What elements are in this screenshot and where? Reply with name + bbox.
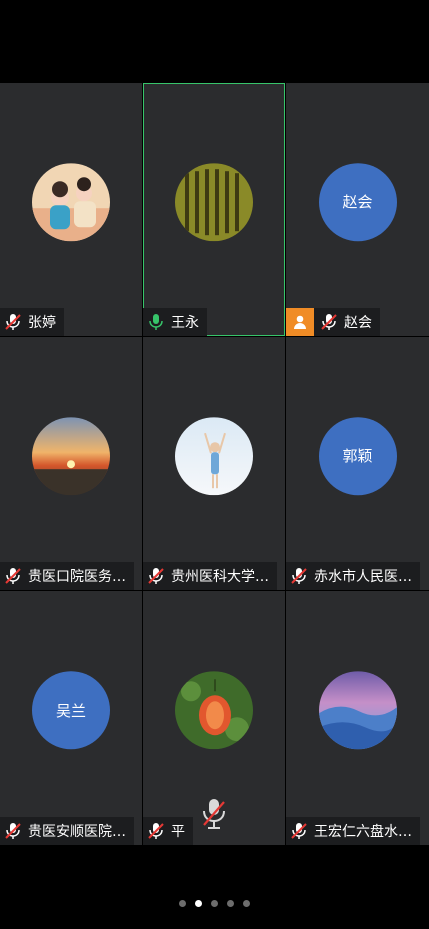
mic-muted-icon	[321, 314, 337, 330]
participant-nametag: 贵医安顺医院…	[0, 817, 134, 845]
participant-nametag: 贵医口院医务…	[0, 562, 134, 590]
mic-muted-icon	[5, 314, 21, 330]
participant-avatar	[32, 416, 110, 495]
participant-nametag: 赤水市人民医…	[286, 562, 420, 590]
mic-muted-icon	[5, 568, 21, 584]
participant-name: 赤水市人民医…	[314, 569, 412, 585]
participant-avatar-text: 郭颖	[318, 416, 397, 495]
participant-tile[interactable]: 吴兰 贵医安顺医院…	[0, 591, 142, 845]
participant-tile[interactable]: 平	[143, 591, 285, 845]
participant-avatar	[175, 671, 253, 750]
mic-muted-icon	[291, 823, 307, 839]
host-badge	[286, 308, 314, 336]
participant-nametag: 张婷	[0, 308, 64, 336]
user-icon	[294, 315, 306, 329]
mic-muted-icon	[5, 823, 21, 839]
participant-name: 张婷	[28, 315, 56, 331]
participant-name: 贵州医科大学…	[171, 569, 269, 585]
participant-name: 赵会	[344, 315, 372, 331]
participant-tile[interactable]: 张婷	[0, 83, 142, 336]
participant-nametag: 贵州医科大学…	[143, 562, 277, 590]
page-dot[interactable]	[243, 900, 250, 907]
participant-name: 王宏仁六盘水…	[314, 824, 412, 840]
participant-tile[interactable]: 贵州医科大学…	[143, 337, 285, 590]
page-dot[interactable]	[179, 900, 186, 907]
participant-avatar	[318, 671, 397, 750]
participant-tile[interactable]: 王宏仁六盘水…	[286, 591, 429, 845]
participant-tile-active-speaker[interactable]: 王永	[143, 83, 285, 336]
mic-muted-icon	[291, 568, 307, 584]
page-dot-active[interactable]	[195, 900, 202, 907]
participant-name: 王永	[171, 315, 199, 331]
participant-nametag: 赵会	[286, 308, 380, 336]
participant-tile[interactable]: 贵医口院医务…	[0, 337, 142, 590]
participant-avatar	[175, 416, 253, 495]
participant-name: 贵医安顺医院…	[28, 824, 126, 840]
participant-tile[interactable]: 赵会 赵会	[286, 83, 429, 336]
participant-avatar-text: 赵会	[318, 162, 397, 241]
participant-nametag: 平	[143, 817, 193, 845]
participant-nametag: 王宏仁六盘水…	[286, 817, 420, 845]
page-dot[interactable]	[227, 900, 234, 907]
video-grid: 张婷 王永 赵会 赵会 贵医口院医务… 贵州医科大学… 郭颖 赤水市人民医… 吴…	[0, 83, 429, 845]
participant-name: 平	[171, 824, 185, 840]
mic-muted-icon	[148, 823, 164, 839]
participant-avatar-text: 吴兰	[32, 671, 110, 750]
participant-name: 贵医口院医务…	[28, 569, 126, 585]
mic-muted-icon	[148, 568, 164, 584]
page-indicator[interactable]	[0, 900, 429, 907]
mic-active-icon	[149, 314, 163, 330]
page-dot[interactable]	[211, 900, 218, 907]
mic-muted-large-icon	[203, 799, 225, 829]
participant-avatar	[32, 162, 110, 241]
participant-avatar	[175, 162, 253, 241]
participant-nametag: 王永	[143, 308, 207, 336]
participant-tile[interactable]: 郭颖 赤水市人民医…	[286, 337, 429, 590]
